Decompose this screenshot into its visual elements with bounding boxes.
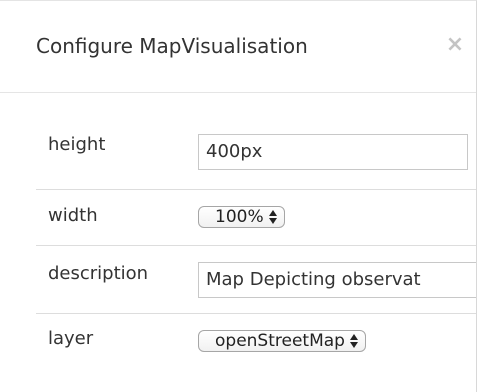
configure-dialog: Configure MapVisualisation × height 400p… xyxy=(0,0,477,392)
width-select-value: 100% xyxy=(215,207,264,227)
layer-label: layer xyxy=(48,328,94,349)
description-row: description Map Depicting observat xyxy=(36,245,476,313)
height-row: height 400px xyxy=(36,121,476,189)
layer-select-value: openStreetMap xyxy=(215,331,345,351)
dialog-title: Configure MapVisualisation xyxy=(36,34,308,58)
layer-row: layer openStreetMap xyxy=(36,313,476,377)
updown-arrows-icon xyxy=(268,210,278,224)
close-icon[interactable]: × xyxy=(443,32,467,58)
layer-select[interactable]: openStreetMap xyxy=(198,330,366,352)
width-select[interactable]: 100% xyxy=(198,206,285,228)
dialog-header: Configure MapVisualisation × xyxy=(0,1,476,93)
height-label: height xyxy=(48,134,106,155)
height-input[interactable]: 400px xyxy=(198,134,468,170)
description-label: description xyxy=(48,263,149,284)
description-input[interactable]: Map Depicting observat xyxy=(198,262,476,298)
width-label: width xyxy=(48,205,98,226)
updown-arrows-icon xyxy=(349,334,359,348)
width-row: width 100% xyxy=(36,189,476,245)
